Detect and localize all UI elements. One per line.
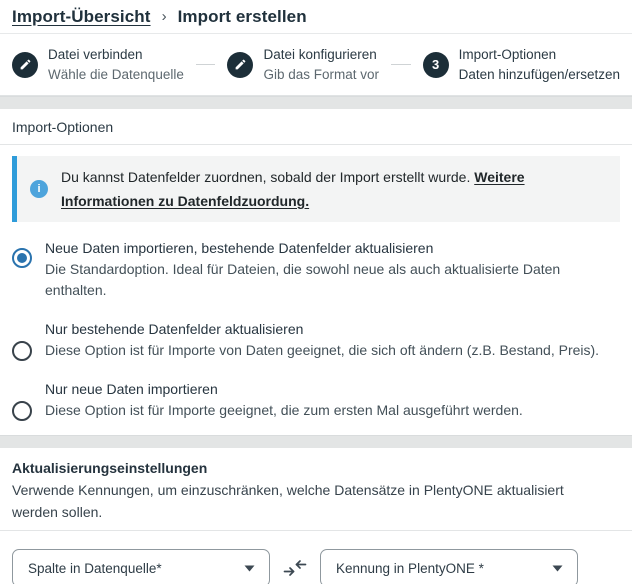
breadcrumb: Import-Übersicht › Import erstellen [0, 0, 632, 34]
section-separator [0, 435, 632, 448]
update-settings-header: Aktualisierungseinstellungen Verwende Ke… [0, 448, 632, 531]
step-number-badge: 3 [422, 51, 449, 78]
info-message-text: Du kannst Datenfelder zuordnen, sobald d… [61, 169, 471, 185]
step-connector [195, 64, 216, 65]
radio-description: Diese Option ist für Importe von Daten g… [45, 342, 600, 358]
radio-selected-icon[interactable] [12, 248, 32, 268]
section-title: Aktualisierungseinstellungen [12, 460, 208, 476]
step-subtitle: Gib das Format vor [263, 66, 380, 82]
select-value: Kennung in PlentyONE * [336, 560, 484, 576]
import-mode-radio-group: Neue Daten importieren, bestehende Daten… [0, 236, 632, 435]
info-banner: i Du kannst Datenfelder zuordnen, sobald… [12, 156, 620, 222]
match-arrows-icon [270, 557, 320, 579]
pencil-icon [227, 51, 254, 78]
step-configure-file[interactable]: Datei konfigurieren Gib das Format vor [227, 45, 379, 85]
step-connector [391, 64, 411, 65]
info-icon: i [30, 180, 48, 198]
radio-label: Neue Daten importieren, bestehende Daten… [45, 240, 434, 256]
step-subtitle: Wähle die Datenquelle [48, 66, 184, 82]
radio-unselected-icon[interactable] [12, 341, 32, 361]
select-value: Spalte in Datenquelle* [28, 560, 162, 576]
wizard-stepper: Datei verbinden Wähle die Datenquelle Da… [0, 34, 632, 96]
step-subtitle: Daten hinzufügen/ersetzen [458, 66, 621, 82]
step-title: Datei konfigurieren [263, 46, 377, 62]
section-separator [0, 96, 632, 109]
radio-option-update-existing-only[interactable]: Nur bestehende Datenfelder aktualisieren… [12, 319, 620, 361]
radio-label: Nur bestehende Datenfelder aktualisieren [45, 321, 304, 337]
step-title: Datei verbinden [48, 46, 143, 62]
step-connect-file[interactable]: Datei verbinden Wähle die Datenquelle [12, 45, 184, 85]
step-import-options[interactable]: 3 Import-Optionen Daten hinzufügen/erset… [422, 45, 621, 85]
breadcrumb-chevron-icon: › [161, 8, 167, 25]
chevron-down-icon [244, 565, 255, 571]
step-number: 3 [432, 57, 440, 72]
step-title: Import-Optionen [458, 46, 557, 62]
radio-description: Die Standardoption. Ideal für Dateien, d… [45, 261, 561, 298]
section-title: Import-Optionen [12, 118, 114, 135]
radio-option-import-new-update-existing[interactable]: Neue Daten importieren, bestehende Daten… [12, 238, 620, 301]
identifier-mapping-row: Spalte in Datenquelle* Kennung in Plenty… [0, 531, 632, 584]
radio-option-import-new-only[interactable]: Nur neue Daten importieren Diese Option … [12, 379, 620, 421]
breadcrumb-link-import-overview[interactable]: Import-Übersicht [12, 7, 151, 27]
radio-description: Diese Option ist für Importe geeignet, d… [45, 402, 523, 418]
page-title: Import erstellen [177, 6, 307, 26]
radio-label: Nur neue Daten importieren [45, 381, 218, 397]
source-column-select[interactable]: Spalte in Datenquelle* [12, 549, 270, 584]
pencil-icon [12, 51, 38, 78]
chevron-down-icon [552, 565, 563, 571]
radio-unselected-icon[interactable] [12, 401, 32, 421]
info-message: Du kannst Datenfelder zuordnen, sobald d… [61, 165, 591, 213]
section-description: Verwende Kennungen, um einzuschränken, w… [12, 482, 564, 520]
target-identifier-select[interactable]: Kennung in PlentyONE * [320, 549, 578, 584]
import-options-section-header: Import-Optionen [0, 109, 632, 145]
